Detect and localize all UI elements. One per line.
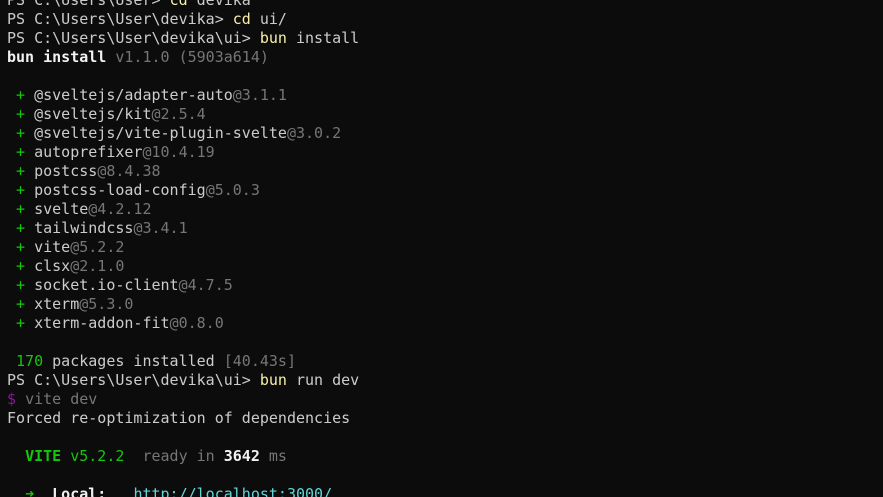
command-arg: install	[296, 29, 360, 47]
package-name: vite	[34, 238, 71, 256]
package-name: @sveltejs/vite-plugin-svelte	[34, 124, 287, 142]
terminal-line: PS C:\Users\User\devika> cd ui/	[7, 10, 359, 29]
vite-version: v5.2.2	[70, 447, 125, 465]
command-arg: ui/	[259, 10, 287, 28]
prompt: PS C:\Users\User\devika\ui>	[7, 29, 251, 47]
package-version: @4.2.12	[88, 200, 152, 218]
terminal-line: PS C:\Users\User\devika\ui> bun install	[7, 29, 359, 48]
local-url[interactable]: http://localhost:3000/	[133, 485, 332, 497]
prompt: PS C:\Users\User\devika\ui>	[7, 371, 251, 389]
package-line: + @sveltejs/vite-plugin-svelte@3.0.2	[7, 124, 359, 143]
package-name: xterm-addon-fit	[34, 314, 170, 332]
package-line: + socket.io-client@4.7.5	[7, 276, 359, 295]
local-label: Local:	[52, 485, 107, 497]
plus-icon: +	[16, 181, 26, 199]
plus-icon: +	[16, 314, 26, 332]
plus-icon: +	[16, 238, 26, 256]
package-version: @5.3.0	[79, 295, 134, 313]
terminal-line: PS C:\Users\User\devika\ui> bun run dev	[7, 371, 359, 390]
package-line: + vite@5.2.2	[7, 238, 359, 257]
package-line: + xterm-addon-fit@0.8.0	[7, 314, 359, 333]
plus-icon: +	[16, 276, 26, 294]
package-version: @10.4.19	[142, 143, 215, 161]
package-line: + @sveltejs/kit@2.5.4	[7, 105, 359, 124]
package-version: @8.4.38	[97, 162, 161, 180]
installed-time: [40.43s]	[223, 352, 296, 370]
terminal-line: 170 packages installed [40.43s]	[7, 352, 359, 371]
command-arg: run dev	[296, 371, 360, 389]
terminal-line: $ vite dev	[7, 390, 359, 409]
package-line: + postcss-load-config@5.0.3	[7, 181, 359, 200]
package-name: clsx	[34, 257, 71, 275]
terminal-window[interactable]: PS C:\Users\User> cd devika PS C:\Users\…	[0, 0, 883, 497]
ready-ms: 3642	[223, 447, 260, 465]
command: cd	[169, 0, 188, 9]
forced-message: Forced re-optimization of dependencies	[7, 409, 351, 427]
plus-icon: +	[16, 124, 26, 142]
plus-icon: +	[16, 219, 26, 237]
terminal-line: VITE v5.2.2 ready in 3642 ms	[7, 447, 359, 466]
terminal-line: PS C:\Users\User> cd devika	[7, 0, 359, 10]
package-name: @sveltejs/kit	[34, 105, 152, 123]
package-line: + clsx@2.1.0	[7, 257, 359, 276]
installed-count: 170	[16, 352, 44, 370]
plus-icon: +	[16, 200, 26, 218]
package-name: svelte	[34, 200, 89, 218]
arrow-icon: ➜	[25, 485, 35, 497]
package-version: @5.2.2	[70, 238, 125, 256]
prompt: PS C:\Users\User\devika>	[7, 10, 224, 28]
dollar-sign: $	[7, 390, 17, 408]
plus-icon: +	[16, 105, 26, 123]
package-version: @5.0.3	[205, 181, 260, 199]
package-line: + autoprefixer@10.4.19	[7, 143, 359, 162]
package-name: @sveltejs/adapter-auto	[34, 86, 233, 104]
command: bun	[259, 29, 287, 47]
package-line: + tailwindcss@3.4.1	[7, 219, 359, 238]
terminal-line: bun install v1.1.0 (5903a614)	[7, 48, 359, 67]
package-version: @2.1.0	[70, 257, 125, 275]
package-name: xterm	[34, 295, 80, 313]
bun-version: v1.1.0 (5903a614)	[115, 48, 269, 66]
plus-icon: +	[16, 257, 26, 275]
package-version: @3.4.1	[133, 219, 188, 237]
ms-unit: ms	[268, 447, 287, 465]
package-line: + postcss@8.4.38	[7, 162, 359, 181]
package-version: @3.0.2	[286, 124, 342, 142]
command-arg: devika	[196, 0, 251, 9]
package-name: socket.io-client	[34, 276, 179, 294]
package-line: + xterm@5.3.0	[7, 295, 359, 314]
package-line: + svelte@4.2.12	[7, 200, 359, 219]
terminal-line: Forced re-optimization of dependencies	[7, 409, 359, 428]
package-name: autoprefixer	[34, 143, 143, 161]
plus-icon: +	[16, 86, 26, 104]
plus-icon: +	[16, 295, 26, 313]
command: bun	[259, 371, 287, 389]
prompt: PS C:\Users\User>	[7, 0, 161, 9]
package-name: postcss-load-config	[34, 181, 206, 199]
terminal-line: ➜ Local: http://localhost:3000/	[7, 485, 359, 497]
ready-in: ready in	[142, 447, 215, 465]
plus-icon: +	[16, 143, 26, 161]
package-version: @0.8.0	[169, 314, 224, 332]
package-version: @4.7.5	[178, 276, 233, 294]
plus-icon: +	[16, 162, 26, 180]
package-name: postcss	[34, 162, 98, 180]
vite-label: VITE	[25, 447, 62, 465]
command: cd	[232, 10, 251, 28]
package-version: @3.1.1	[232, 86, 287, 104]
script-command: vite dev	[25, 390, 98, 408]
bun-install-header: bun install	[7, 48, 107, 66]
terminal-output: PS C:\Users\User> cd devika PS C:\Users\…	[7, 0, 359, 497]
installed-text: packages installed	[52, 352, 215, 370]
package-name: tailwindcss	[34, 219, 134, 237]
package-list: + @sveltejs/adapter-auto@3.1.1 + @svelte…	[7, 86, 359, 333]
package-line: + @sveltejs/adapter-auto@3.1.1	[7, 86, 359, 105]
package-version: @2.5.4	[151, 105, 206, 123]
